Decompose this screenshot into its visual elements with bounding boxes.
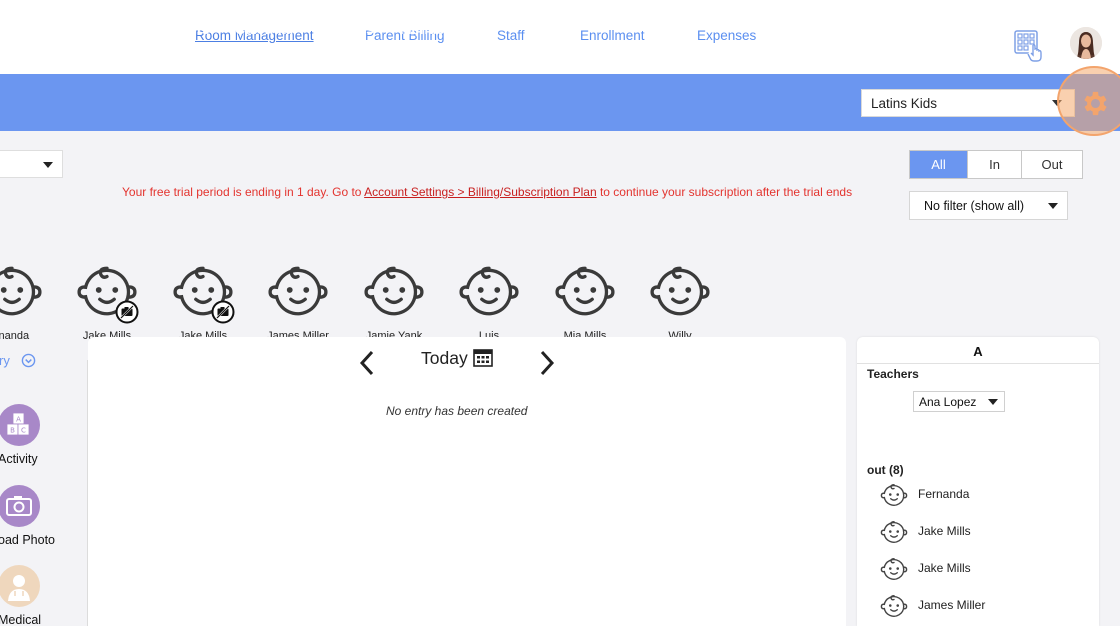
camera-icon: [0, 485, 40, 527]
upload-photo-button[interactable]: oad Photo: [0, 485, 78, 547]
empty-message: No entry has been created: [386, 404, 528, 418]
child-card[interactable]: Jamie Yank: [344, 260, 444, 342]
toggle-in[interactable]: In: [967, 151, 1021, 178]
baby-face-icon: [0, 266, 42, 316]
child-card[interactable]: Jake Mills: [57, 260, 157, 342]
no-photo-icon: [115, 300, 139, 324]
child-card[interactable]: rnanda: [0, 260, 62, 342]
chevron-left-icon[interactable]: [358, 350, 376, 376]
room-select[interactable]: [0, 150, 63, 178]
top-bar: [0, 0, 1120, 74]
journal-panel: [88, 337, 846, 626]
child-card[interactable]: Willy: [630, 260, 730, 342]
svg-text:B: B: [10, 427, 15, 435]
nav-staff[interactable]: Staff: [497, 28, 525, 43]
nav-enrollment[interactable]: Enrollment: [580, 28, 645, 43]
baby-face-icon: [459, 266, 519, 316]
trial-banner: Your free trial period is ending in 1 da…: [122, 185, 852, 199]
teachers-label: Teachers: [867, 367, 919, 381]
out-child-name: Jake Mills: [918, 561, 971, 575]
baby-face-icon: [364, 266, 424, 316]
out-child-item[interactable]: Jake Mills: [880, 518, 1080, 548]
out-child-item[interactable]: Jake Mills: [880, 555, 1080, 585]
chevron-down-icon: [988, 399, 998, 405]
out-child-name: James Miller: [918, 598, 986, 612]
baby-face-icon: [880, 558, 908, 580]
in-out-toggle: All In Out: [909, 150, 1083, 179]
doctor-icon: [0, 565, 40, 607]
svg-text:C: C: [21, 427, 26, 435]
room-title: A: [857, 337, 1099, 364]
nav-parents[interactable]: Parents: [158, 21, 209, 37]
baby-face-icon: [880, 521, 908, 543]
kiosk-keypad-icon[interactable]: [1013, 30, 1045, 62]
out-child-item[interactable]: James Miller: [880, 592, 1080, 622]
calendar-icon[interactable]: [473, 349, 493, 367]
child-card[interactable]: James Miller: [248, 260, 348, 342]
nav-menus[interactable]: Menus: [400, 21, 444, 37]
out-count-label: out (8): [867, 463, 904, 477]
baby-face-icon: [555, 266, 615, 316]
nav-expenses[interactable]: Expenses: [697, 28, 756, 43]
out-child-item[interactable]: Fernanda: [880, 481, 1080, 511]
child-card[interactable]: Jake Mills: [153, 260, 253, 342]
chevron-down-icon: [43, 162, 53, 168]
child-card[interactable]: Luis: [439, 260, 539, 342]
no-photo-icon: [211, 300, 235, 324]
trial-text: Your free trial period is ending in 1 da…: [122, 185, 365, 199]
baby-face-icon: [268, 266, 328, 316]
baby-face-icon: [880, 484, 908, 506]
school-select[interactable]: Latins Kids: [861, 89, 1075, 117]
toggle-all[interactable]: All: [910, 151, 967, 178]
out-child-name: Fernanda: [918, 487, 970, 501]
activity-button[interactable]: ABC Activity: [0, 404, 78, 466]
out-child-name: Jake Mills: [918, 524, 971, 538]
abc-blocks-icon: ABC: [0, 404, 40, 446]
new-entry-link[interactable]: ry: [0, 353, 10, 368]
billing-settings-link[interactable]: Account Settings > Billing/Subscription …: [364, 185, 596, 199]
svg-text:A: A: [16, 416, 21, 424]
activity-label: Activity: [0, 452, 38, 466]
nav-attendance[interactable]: ndance: [0, 21, 47, 37]
baby-face-icon: [880, 595, 908, 617]
child-card[interactable]: Mia Mills: [535, 260, 635, 342]
chevron-down-icon: [1048, 203, 1058, 209]
medical-label: Medical: [0, 613, 42, 626]
medical-button[interactable]: Medical: [0, 565, 78, 626]
upload-photo-label: oad Photo: [0, 533, 55, 547]
baby-face-icon: [650, 266, 710, 316]
chevron-down-circle-icon[interactable]: [21, 353, 36, 368]
gear-icon[interactable]: [1080, 88, 1111, 119]
toggle-out[interactable]: Out: [1021, 151, 1082, 178]
nav-reports[interactable]: Reports: [321, 21, 374, 37]
user-avatar[interactable]: [1070, 27, 1102, 59]
child-name: rnanda: [0, 330, 30, 342]
date-label: Today: [421, 348, 468, 368]
nav-children[interactable]: Children: [74, 21, 131, 37]
nav-calendar[interactable]: Calendar: [235, 21, 295, 37]
trial-text-end: to continue your subscription after the …: [596, 185, 853, 199]
chevron-right-icon[interactable]: [538, 350, 556, 376]
filter-select[interactable]: No filter (show all): [909, 191, 1068, 220]
